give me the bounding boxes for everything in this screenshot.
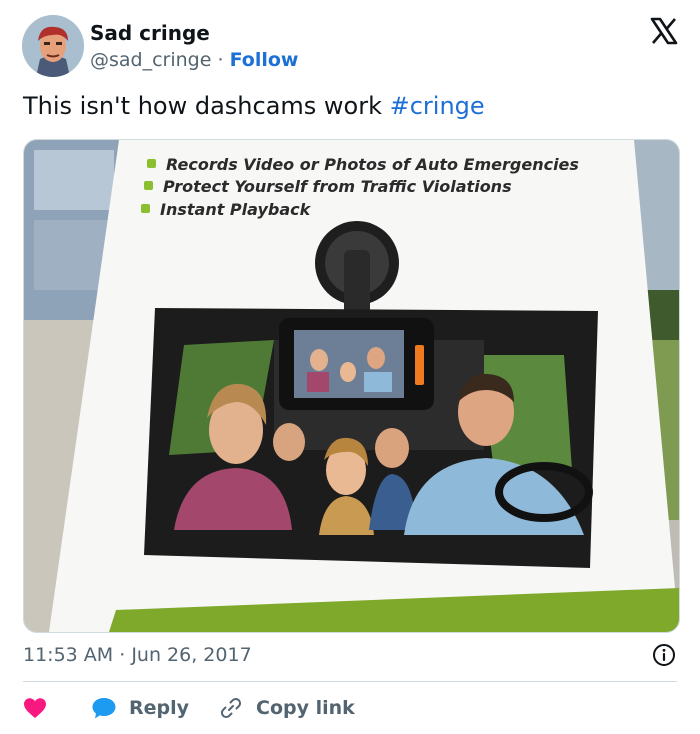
heart-icon	[24, 698, 46, 718]
handle-separator: ·	[217, 49, 224, 71]
tweet-timestamp[interactable]: 11:53 AM · Jun 26, 2017	[23, 644, 252, 666]
reply-label: Reply	[129, 697, 190, 719]
link-icon	[220, 697, 242, 719]
feature-line-2: Protect Yourself from Traffic Violations	[163, 177, 512, 196]
speech-bubble-icon	[92, 698, 116, 719]
timestamp-separator: ·	[119, 644, 126, 666]
reply-button[interactable]: Reply	[91, 696, 189, 720]
feature-line-3: Instant Playback	[160, 200, 312, 219]
avatar-image	[22, 15, 84, 77]
tweet-body: This isn't how dashcams work	[23, 92, 390, 120]
x-logo-icon[interactable]	[650, 17, 678, 45]
follow-button[interactable]: Follow	[230, 49, 299, 71]
author-name[interactable]: Sad cringe	[90, 21, 210, 45]
copy-link-label: Copy link	[256, 697, 355, 719]
dashcam-box-photo: Records Video or Photos of Auto Emergenc…	[24, 140, 679, 632]
author-handle-line: @sad_cringe · Follow	[90, 49, 298, 71]
author-handle[interactable]: @sad_cringe	[90, 49, 211, 71]
copy-link-button[interactable]: Copy link	[219, 696, 355, 720]
avatar[interactable]	[22, 15, 84, 77]
hashtag-link[interactable]: #cringe	[390, 92, 485, 120]
tweet-photo[interactable]: Records Video or Photos of Auto Emergenc…	[23, 139, 680, 633]
divider	[23, 681, 677, 682]
tweet-date: Jun 26, 2017	[131, 644, 252, 666]
like-button[interactable]	[23, 697, 47, 719]
tweet-time: 11:53 AM	[23, 644, 114, 666]
tweet-actions: Reply Copy link	[23, 694, 355, 722]
tweet-text: This isn't how dashcams work #cringe	[23, 92, 485, 120]
feature-line-1: Records Video or Photos of Auto Emergenc…	[166, 155, 579, 174]
info-icon[interactable]	[652, 643, 676, 667]
